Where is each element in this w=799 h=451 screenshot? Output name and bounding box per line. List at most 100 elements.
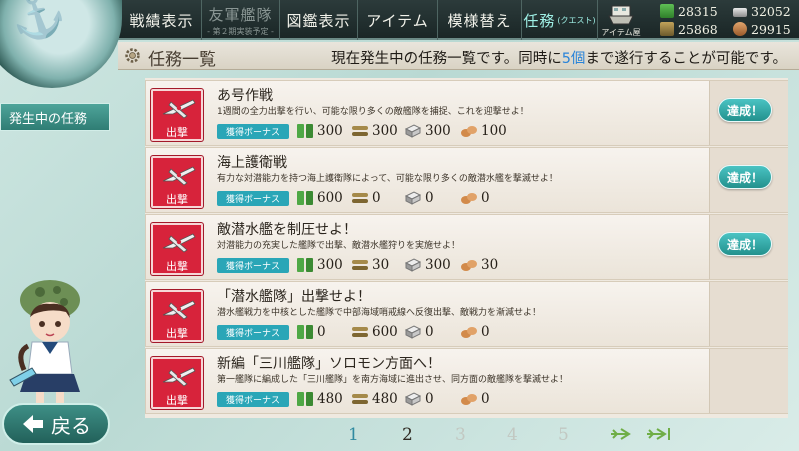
nav-battle-record[interactable]: 戦績表示 [122, 0, 202, 40]
quest-row[interactable]: 出撃 「潜水艦隊」出撃せよ！ 潜水艦戦力を中核とした艦隊で中部海域哨戒線へ反復出… [145, 281, 788, 347]
nav-label: 図鑑表示 [286, 11, 351, 30]
nav-quests[interactable]: 任務 (クエスト) [522, 0, 598, 40]
bauxite-icon [733, 22, 747, 36]
quest-description: 対潜能力の充実した艦隊で出撃、敵潜水艦狩りを実施せよ！ [217, 241, 461, 251]
category-label: 出撃 [166, 126, 188, 139]
tab-active-quests[interactable]: 発生中の任務 [0, 103, 110, 131]
secretary-ship-girl [9, 280, 80, 406]
steel-icon [404, 191, 422, 205]
quest-title: あ号作戦 [217, 88, 273, 104]
nav-encyclopedia[interactable]: 図鑑表示 [280, 0, 358, 40]
steel-icon [404, 392, 422, 406]
achieved-badge[interactable]: 達成！ [718, 98, 772, 122]
back-arrow-icon [23, 415, 43, 433]
sortie-category-badge: 出撃 [151, 89, 203, 141]
reward-value: 600 [372, 324, 398, 340]
bauxite-counter: 29915 [733, 21, 791, 37]
reward-fuel: 0 [296, 322, 326, 342]
bonus-badge: 獲得ボーナス [217, 258, 289, 273]
sortie-category-badge: 出撃 [151, 156, 203, 208]
ammo-icon [352, 126, 368, 136]
sortie-category-badge: 出撃 [151, 357, 203, 409]
page-3: 3 [455, 425, 466, 445]
nav-label: 模様替え [447, 11, 512, 30]
nav-furniture[interactable]: 模様替え [438, 0, 522, 40]
reward-fuel: 480 [296, 389, 343, 409]
nav-sublabel: (クエスト) [557, 15, 596, 25]
reward-value: 0 [481, 190, 490, 206]
back-button[interactable]: 戻る [2, 403, 110, 445]
reward-value: 100 [481, 123, 507, 139]
category-label: 出撃 [166, 327, 188, 340]
quest-description: 1週間の全力出撃を行い、可能な限り多くの敵艦隊を捕捉、これを迎撃せよ！ [217, 107, 529, 117]
reward-ammo: 600 [351, 322, 398, 342]
port-emblem: ⚓ [0, 0, 122, 88]
desc-text-tail: まで遂行することが可能です。 [585, 51, 787, 67]
reward-value: 300 [372, 123, 398, 139]
reward-ammo: 300 [351, 121, 398, 141]
emblem-glyph: ⚓ [3, 0, 72, 50]
quest-status [709, 282, 788, 346]
bonus-badge: 獲得ボーナス [217, 124, 289, 139]
item-shop-icon [608, 5, 634, 25]
reward-fuel: 300 [296, 121, 343, 141]
fuel-value: 28315 [678, 3, 718, 19]
reward-value: 600 [317, 190, 343, 206]
nav-label: アイテム [366, 11, 429, 30]
ammo-counter: 25868 [660, 21, 718, 37]
bauxite-icon [461, 327, 477, 338]
item-shop-button[interactable]: アイテム屋 [598, 2, 644, 38]
ammo-value: 25868 [678, 21, 718, 37]
reward-bauxite: 0 [460, 188, 490, 208]
reward-value: 0 [425, 324, 434, 340]
last-page-icon[interactable] [645, 426, 671, 442]
quest-description: 有力な対潜能力を持つ海上護衛隊によって、可能な限り多くの敵潜水艦を撃滅せよ！ [217, 174, 558, 184]
reward-ammo: 480 [351, 389, 398, 409]
plane-icon [162, 300, 196, 320]
plane-icon [162, 166, 196, 186]
quest-title: 新編「三川艦隊」ソロモン方面へ！ [217, 356, 441, 372]
reward-value: 300 [425, 257, 451, 273]
quest-title: 敵潜水艦を制圧せよ！ [217, 222, 357, 238]
next-page-icon[interactable] [609, 426, 631, 442]
quest-list-header: 任務一覧 現在発生中の任務一覧です。同時に5個まで遂行することが可能です。 [118, 42, 799, 70]
page-2[interactable]: 2 [402, 425, 413, 445]
quest-title: 「潜水艦隊」出撃せよ！ [217, 289, 371, 305]
header-description: 現在発生中の任務一覧です。同時に5個まで遂行することが可能です。 [331, 47, 787, 68]
reward-value: 0 [425, 190, 434, 206]
bauxite-icon [461, 126, 477, 137]
page-4: 4 [507, 425, 518, 445]
reward-fuel: 300 [296, 255, 343, 275]
fuel-icon [297, 191, 313, 205]
achieved-badge[interactable]: 達成！ [718, 165, 772, 189]
reward-steel: 300 [404, 255, 451, 275]
bonus-badge: 獲得ボーナス [217, 325, 289, 340]
nav-items[interactable]: アイテム [358, 0, 438, 40]
reward-ammo: 30 [351, 255, 389, 275]
quest-row[interactable]: 出撃 新編「三川艦隊」ソロモン方面へ！ 第一艦隊に編成した「三川艦隊」を南方海域… [145, 348, 788, 414]
fuel-counter: 28315 [660, 3, 718, 19]
reward-value: 300 [317, 123, 343, 139]
quest-row[interactable]: 出撃 あ号作戦 1週間の全力出撃を行い、可能な限り多くの敵艦隊を捕捉、これを迎撃… [145, 80, 788, 146]
steel-icon [404, 124, 422, 138]
reward-steel: 0 [404, 188, 434, 208]
reward-ammo: 0 [351, 188, 381, 208]
reward-value: 480 [372, 391, 398, 407]
quest-row[interactable]: 出撃 海上護衛戦 有力な対潜能力を持つ海上護衛隊によって、可能な限り多くの敵潜水… [145, 147, 788, 213]
reward-steel: 300 [404, 121, 451, 141]
steel-counter: 32052 [733, 3, 791, 19]
achieved-badge[interactable]: 達成！ [718, 232, 772, 256]
nav-friend-fleet: 友軍艦隊 - 第２期実装予定 - [202, 0, 280, 40]
plane-icon [162, 233, 196, 253]
steel-icon [404, 325, 422, 339]
reward-value: 0 [481, 391, 490, 407]
steel-value: 32052 [751, 3, 791, 19]
fuel-icon [297, 258, 313, 272]
reward-bauxite: 0 [460, 322, 490, 342]
reward-bauxite: 30 [460, 255, 498, 275]
quest-title: 海上護衛戦 [217, 155, 287, 171]
quest-row[interactable]: 出撃 敵潜水艦を制圧せよ！ 対潜能力の充実した艦隊で出撃、敵潜水艦狩りを実施せよ… [145, 214, 788, 280]
page-1[interactable]: 1 [348, 425, 359, 445]
steel-icon [404, 258, 422, 272]
fuel-icon [297, 325, 313, 339]
